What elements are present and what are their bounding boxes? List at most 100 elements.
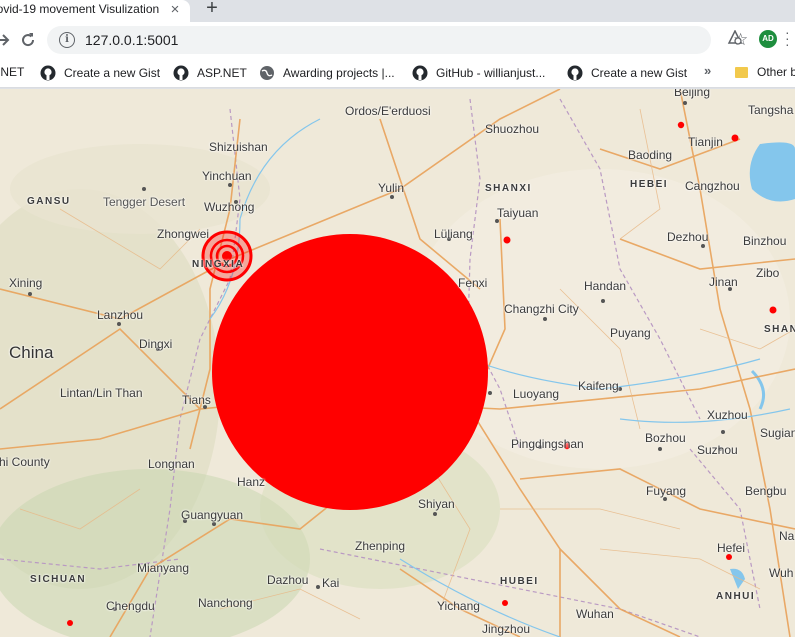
cluster-marker <box>201 230 253 282</box>
reload-icon[interactable] <box>18 30 38 50</box>
bookmark-label: ASP.NET <box>197 66 247 80</box>
github-icon <box>173 65 189 81</box>
map-label: HUBEI <box>500 576 539 587</box>
map-label: Dingxi <box>139 337 173 351</box>
menu-icon[interactable]: · · · <box>785 25 790 51</box>
map-label: Wuzhong <box>204 200 255 214</box>
map-label: ANHUI <box>716 591 756 602</box>
bookmark-create-gist[interactable]: Create a new Gist <box>40 65 160 81</box>
map-view[interactable]: Beijing Tangsha Ordos/E'erduosi Shuozhou… <box>0 89 795 637</box>
map-label: SHANXI <box>485 183 532 194</box>
map-label: Kai <box>322 576 340 590</box>
map-label: Xining <box>9 276 43 290</box>
map-label: SHANDO <box>764 324 795 335</box>
map-label: Longnan <box>148 457 195 471</box>
map-label: Taiyuan <box>497 206 539 220</box>
map-label: NINGXIA <box>192 259 245 270</box>
address-bar[interactable]: i 127.0.0.1:5001 ☆ <box>47 26 748 54</box>
map-label: SICHUAN <box>30 574 87 585</box>
map-label: Shuozhou <box>485 122 540 136</box>
map-label: Yinchuan <box>202 169 252 183</box>
map-label: Cangzhou <box>685 179 740 193</box>
more-bookmarks-chevron-icon[interactable]: » <box>704 63 711 78</box>
map-label: GANSU <box>27 196 71 207</box>
map-label: China <box>9 343 54 362</box>
map-base <box>0 89 795 637</box>
github-icon <box>567 65 583 81</box>
map-label: Shizuishan <box>209 140 268 154</box>
map-label: Tianjin <box>688 135 723 149</box>
map-label: Luoyang <box>513 387 560 401</box>
map-label: HEBEI <box>630 179 669 190</box>
extension-icon[interactable] <box>727 29 743 46</box>
map-label: Chengdu <box>106 599 155 613</box>
close-tab-icon[interactable]: × <box>166 1 184 18</box>
map-label: Wuh <box>769 566 794 580</box>
bookmark-label: Create a new Gist <box>64 66 161 80</box>
bookmark-create-gist-2[interactable]: Create a new Gist <box>567 65 687 81</box>
bookmark-label: Awarding projects |... <box>283 66 395 80</box>
bookmark-label: GitHub - willianjust... <box>436 66 546 80</box>
map-label: Dazhou <box>267 573 309 587</box>
tab-title: Covid-19 movement Visulization <box>0 2 160 16</box>
map-label: Yulin <box>378 181 405 195</box>
map-label: Guangyuan <box>181 508 244 522</box>
profile-avatar[interactable]: AD <box>759 30 777 48</box>
github-icon <box>40 65 56 81</box>
map-label: Changzhi City <box>504 302 579 316</box>
map-label: Handan <box>584 279 627 293</box>
map-label: Fuyang <box>646 484 687 498</box>
bookmark-aspnet[interactable]: ASP.NET <box>173 65 247 81</box>
map-label: Suzhou <box>697 443 738 457</box>
other-bookmarks-folder[interactable]: Other b <box>735 65 795 79</box>
large-case-circle <box>212 234 488 510</box>
map-label: Sugian <box>760 426 795 440</box>
map-label: Binzhou <box>743 234 787 248</box>
bookmark-dotnet[interactable]: .NET <box>0 65 24 79</box>
map-label: Kaifeng <box>578 379 619 393</box>
map-label: Na <box>779 529 795 543</box>
map-label: Baoding <box>628 148 673 162</box>
github-icon <box>412 65 428 81</box>
forward-arrow-icon[interactable] <box>0 30 14 50</box>
map-label: Tians <box>182 393 211 407</box>
tab-strip: Covid-19 movement Visulization × + <box>0 0 795 22</box>
map-label: Zibo <box>756 266 780 280</box>
map-label: Bozhou <box>645 431 686 445</box>
map-label: Jinan <box>709 275 738 289</box>
map-label: Hanz <box>237 475 266 489</box>
map-label: Mianyang <box>137 561 190 575</box>
map-label: Ordos/E'erduosi <box>345 104 431 118</box>
map-label: Dezhou <box>667 230 709 244</box>
info-icon[interactable]: i <box>59 32 75 48</box>
map-label: Beijing <box>674 89 711 99</box>
map-label: Tengger Desert <box>103 195 186 209</box>
map-label: hi County <box>0 455 50 469</box>
bookmark-github-willianjust[interactable]: GitHub - willianjust... <box>412 65 545 81</box>
map-label: Jingzhou <box>482 622 531 636</box>
map-label: Xuzhou <box>707 408 748 422</box>
bookmark-label: .NET <box>0 65 25 79</box>
map-label: Yichang <box>437 599 480 613</box>
map-label: Zhenping <box>355 539 406 553</box>
bookmark-awarding-projects[interactable]: Awarding projects |... <box>259 65 395 81</box>
map-label: Wuhan <box>576 607 614 621</box>
bookmark-label: Create a new Gist <box>591 66 688 80</box>
map-label: Bengbu <box>745 484 787 498</box>
map-label: Lintan/Lin Than <box>60 386 143 400</box>
map-label: Fenxi <box>458 276 488 290</box>
map-label: Puyang <box>610 326 651 340</box>
map-label: Lanzhou <box>97 308 144 322</box>
map-label: Tangsha <box>748 103 794 117</box>
new-tab-button[interactable]: + <box>203 0 221 20</box>
map-label: Shiyan <box>418 497 455 511</box>
tab-covid-visualization[interactable]: Covid-19 movement Visulization × <box>0 0 190 22</box>
other-bookmarks-label: Other b <box>757 65 795 79</box>
globe-icon <box>259 65 275 81</box>
folder-icon <box>735 66 748 78</box>
map-label: Zhongwei <box>157 227 210 241</box>
url-text[interactable]: 127.0.0.1:5001 <box>85 32 178 48</box>
map-label: Hefei <box>717 541 746 555</box>
browser-toolbar: i 127.0.0.1:5001 ☆ AD ··· <box>0 22 795 58</box>
map-label: Pingdingshan <box>511 437 584 451</box>
